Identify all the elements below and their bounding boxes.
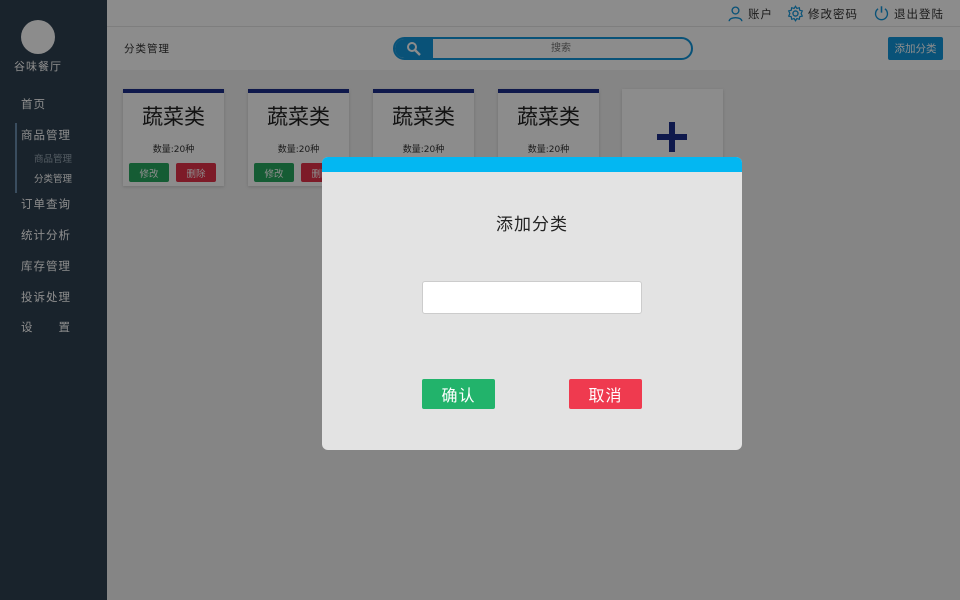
confirm-button[interactable]: 确认 [422, 379, 495, 409]
add-category-dialog: 添加分类 确认 取消 [322, 157, 742, 450]
cancel-button[interactable]: 取消 [569, 379, 642, 409]
category-name-input[interactable] [422, 281, 642, 314]
dialog-header-bar [322, 157, 742, 172]
dialog-title: 添加分类 [496, 215, 568, 235]
